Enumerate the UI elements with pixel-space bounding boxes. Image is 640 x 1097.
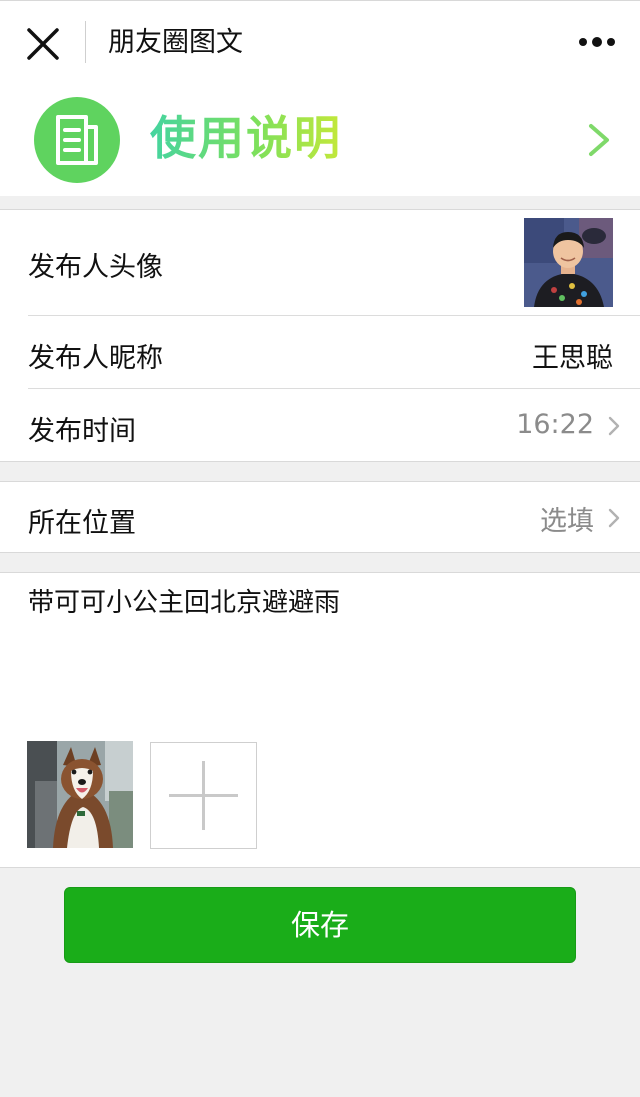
photo-thumbnail[interactable] <box>27 741 133 848</box>
page-title: 朋友圈图文 <box>108 27 243 58</box>
plus-icon <box>169 761 238 830</box>
document-icon <box>34 97 120 183</box>
nickname-row[interactable]: 发布人昵称 王思聪 <box>0 316 640 389</box>
time-value: 16:22 <box>516 409 594 440</box>
save-button[interactable]: 保存 <box>64 887 576 963</box>
post-text-input[interactable]: 带可可小公主回北京避避雨 <box>28 585 340 621</box>
nickname-label: 发布人昵称 <box>28 343 163 374</box>
publisher-card: 发布人头像 发布人昵称 王思聪 发布时间 16:22 <box>0 209 640 462</box>
time-label: 发布时间 <box>28 416 136 447</box>
location-placeholder: 选填 <box>540 506 594 537</box>
avatar-label: 发布人头像 <box>28 252 163 283</box>
location-label: 所在位置 <box>28 508 136 539</box>
chevron-right-icon <box>608 416 620 436</box>
avatar-image <box>524 218 613 307</box>
title-divider <box>85 21 86 63</box>
location-row[interactable]: 所在位置 选填 <box>0 482 640 552</box>
chevron-right-icon <box>589 124 609 156</box>
avatar-row[interactable]: 发布人头像 <box>0 210 640 316</box>
time-row[interactable]: 发布时间 16:22 <box>0 389 640 461</box>
post-card: 带可可小公主回北京避避雨 <box>0 572 640 868</box>
close-icon[interactable] <box>24 25 62 63</box>
location-card: 所在位置 选填 <box>0 481 640 553</box>
top-bar: 朋友圈图文 <box>0 0 640 85</box>
more-icon[interactable] <box>574 27 620 57</box>
instructions-banner[interactable]: 使用说明 <box>0 84 640 196</box>
avatar[interactable] <box>524 218 613 307</box>
instructions-title: 使用说明 <box>150 108 342 168</box>
add-photo-button[interactable] <box>150 742 257 849</box>
dog-photo <box>27 741 133 848</box>
nickname-value: 王思聪 <box>532 343 613 374</box>
chevron-right-icon <box>608 508 620 528</box>
